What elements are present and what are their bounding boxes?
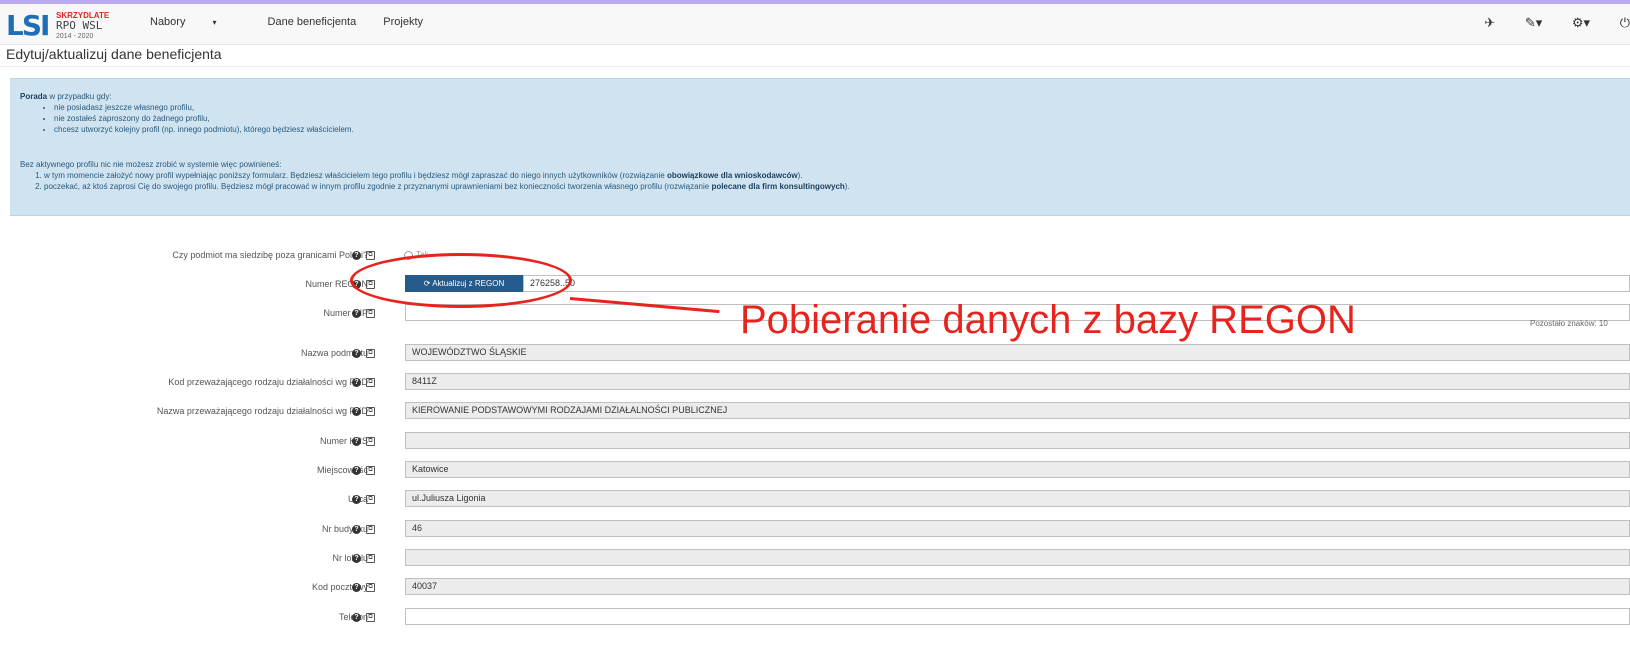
- list-item: nie zostałeś zaproszony do żadnego profi…: [54, 113, 354, 124]
- help-icon[interactable]: ?: [352, 525, 361, 534]
- annotation-text: Pobieranie danych z bazy REGON: [740, 298, 1356, 342]
- field-label: Kod przeważającego rodzaju działalności …: [168, 377, 368, 387]
- power-icon[interactable]: ⏻: [1620, 15, 1630, 30]
- help-icon[interactable]: ?: [352, 613, 361, 622]
- help-icon[interactable]: ?: [352, 280, 361, 289]
- krs-input[interactable]: [405, 432, 1630, 449]
- nav-item-nabory[interactable]: Nabory ▾: [150, 16, 240, 28]
- copy-icon[interactable]: ⧉: [366, 466, 375, 475]
- wrench-icon[interactable]: ✎▾: [1525, 15, 1542, 30]
- form-row-city: Miejscowość ? ⧉ Katowice: [0, 459, 1630, 481]
- app-logo[interactable]: LSI SKRZYDLATE RPO WSL 2014 - 2020: [6, 10, 121, 42]
- radio-label: Tak: [416, 250, 429, 259]
- help-icon[interactable]: ?: [352, 378, 361, 387]
- update-from-regon-button[interactable]: ⟳ Aktualizuj z REGON: [405, 275, 523, 292]
- gear-icon[interactable]: ⚙▾: [1572, 15, 1590, 30]
- help-icon[interactable]: ?: [352, 554, 361, 563]
- field-label: Kod pocztowy: [311, 582, 368, 592]
- field-label: Numer KRS: [319, 436, 368, 446]
- field-label: Numer REGON: [305, 279, 368, 289]
- list-item: poczekać, aż ktoś zaprosi Cię do swojego…: [44, 181, 850, 192]
- form-row-apartment: Nr lokalu ? ⧉: [0, 547, 1630, 569]
- form-row-krs: Numer KRS ? ⧉: [0, 430, 1630, 452]
- street-input[interactable]: ul.Juliusza Ligonia: [405, 490, 1630, 507]
- field-label: Nazwa podmiotu: [300, 348, 368, 358]
- copy-icon[interactable]: ⧉: [366, 613, 375, 622]
- field-label: Nr budynku: [321, 524, 368, 534]
- nav-item-projekty[interactable]: Projekty: [383, 16, 423, 28]
- advice-alert: Porada w przypadku gdy: nie posiadasz je…: [10, 78, 1630, 216]
- form-row-building: Nr budynku ? ⧉ 46: [0, 518, 1630, 540]
- copy-icon[interactable]: ⧉: [366, 525, 375, 534]
- field-label: Nazwa przeważającego rodzaju działalnośc…: [156, 406, 368, 416]
- char-counter: Pozostało znaków: 10: [1530, 319, 1608, 328]
- list-item: chcesz utworzyć kolejny profil (np. inne…: [54, 124, 354, 135]
- form-row-name: Nazwa podmiotu ? ⧉ WOJEWÓDZTWO ŚLĄSKIE: [0, 342, 1630, 364]
- help-icon[interactable]: ?: [352, 349, 361, 358]
- phone-input[interactable]: [405, 608, 1630, 625]
- chevron-down-icon: ▾: [212, 18, 217, 27]
- field-label: Numer NIP: [323, 308, 368, 318]
- pkd-code-input[interactable]: 8411Z: [405, 373, 1630, 390]
- copy-icon[interactable]: ⧉: [366, 583, 375, 592]
- form-row-pkd-name: Nazwa przeważającego rodzaju działalnośc…: [0, 400, 1630, 422]
- form-row-phone: Telefon ? ⧉: [0, 606, 1630, 628]
- nav-item-dane-beneficjenta[interactable]: Dane beneficjenta: [268, 16, 357, 28]
- form-row-postal: Kod pocztowy ? ⧉ 40037: [0, 576, 1630, 598]
- city-input[interactable]: Katowice: [405, 461, 1630, 478]
- copy-icon[interactable]: ⧉: [366, 280, 375, 289]
- logo-years: 2014 - 2020: [56, 33, 94, 40]
- copy-icon[interactable]: ⧉: [366, 349, 375, 358]
- help-icon[interactable]: ?: [352, 583, 361, 592]
- copy-icon[interactable]: ⧉: [366, 495, 375, 504]
- alert-intro: Porada w przypadku gdy:: [20, 92, 112, 101]
- title-divider: [0, 66, 1630, 67]
- help-icon[interactable]: ?: [352, 437, 361, 446]
- pkd-name-input[interactable]: KIEROWANIE PODSTAWOWYMI RODZAJAMI DZIAŁA…: [405, 402, 1630, 419]
- form-row-street: Ulica ? ⧉ ul.Juliusza Ligonia: [0, 488, 1630, 510]
- name-input[interactable]: WOJEWÓDZTWO ŚLĄSKIE: [405, 344, 1630, 361]
- form-row-pkd-code: Kod przeważającego rodzaju działalności …: [0, 371, 1630, 393]
- page-title: Edytuj/aktualizuj dane beneficjenta: [6, 46, 222, 62]
- help-icon[interactable]: ?: [352, 251, 361, 260]
- navbar: LSI SKRZYDLATE RPO WSL 2014 - 2020 Nabor…: [0, 4, 1630, 45]
- nav-icons: ✈ ✎▾ ⚙▾ ⏻: [1458, 15, 1630, 31]
- field-label: Ulica: [28, 488, 368, 510]
- postal-input[interactable]: 40037: [405, 578, 1630, 595]
- copy-icon[interactable]: ⧉: [366, 251, 375, 260]
- logo-text: LSI: [6, 9, 50, 42]
- copy-icon[interactable]: ⧉: [366, 378, 375, 387]
- form-row-regon: Numer REGON ? ⧉ ⟳ Aktualizuj z REGON 276…: [0, 273, 1630, 295]
- alert-steps: w tym momencie założyć nowy profil wypeł…: [20, 170, 850, 192]
- copy-icon[interactable]: ⧉: [366, 437, 375, 446]
- help-icon[interactable]: ✈: [1484, 15, 1495, 30]
- field-label: Czy podmiot ma siedzibę poza granicami P…: [172, 250, 368, 260]
- alert-bullets: nie posiadasz jeszcze własnego profilu, …: [20, 102, 354, 135]
- copy-icon[interactable]: ⧉: [366, 309, 375, 318]
- help-icon[interactable]: ?: [352, 495, 361, 504]
- logo-rpo: RPO WSL: [56, 19, 103, 32]
- list-item: nie posiadasz jeszcze własnego profilu,: [54, 102, 354, 113]
- building-input[interactable]: 46: [405, 520, 1630, 537]
- field-label: Telefon: [28, 606, 368, 628]
- apartment-input[interactable]: [405, 549, 1630, 566]
- field-label: Miejscowość: [316, 465, 368, 475]
- form-row-foreign: Czy podmiot ma siedzibę poza granicami P…: [0, 244, 1630, 266]
- copy-icon[interactable]: ⧉: [366, 554, 375, 563]
- help-icon[interactable]: ?: [352, 407, 361, 416]
- list-item: w tym momencie założyć nowy profil wypeł…: [44, 170, 850, 181]
- field-label: Nr lokalu: [332, 553, 368, 563]
- help-icon[interactable]: ?: [352, 466, 361, 475]
- regon-input[interactable]: 276258..50: [523, 275, 1630, 292]
- copy-icon[interactable]: ⧉: [366, 407, 375, 416]
- foreign-radio[interactable]: [404, 251, 413, 260]
- help-icon[interactable]: ?: [352, 309, 361, 318]
- main-menu: Nabory ▾ Dane beneficjenta Projekty: [150, 16, 447, 28]
- alert-paragraph: Bez aktywnego profilu nic nie możesz zro…: [20, 160, 282, 169]
